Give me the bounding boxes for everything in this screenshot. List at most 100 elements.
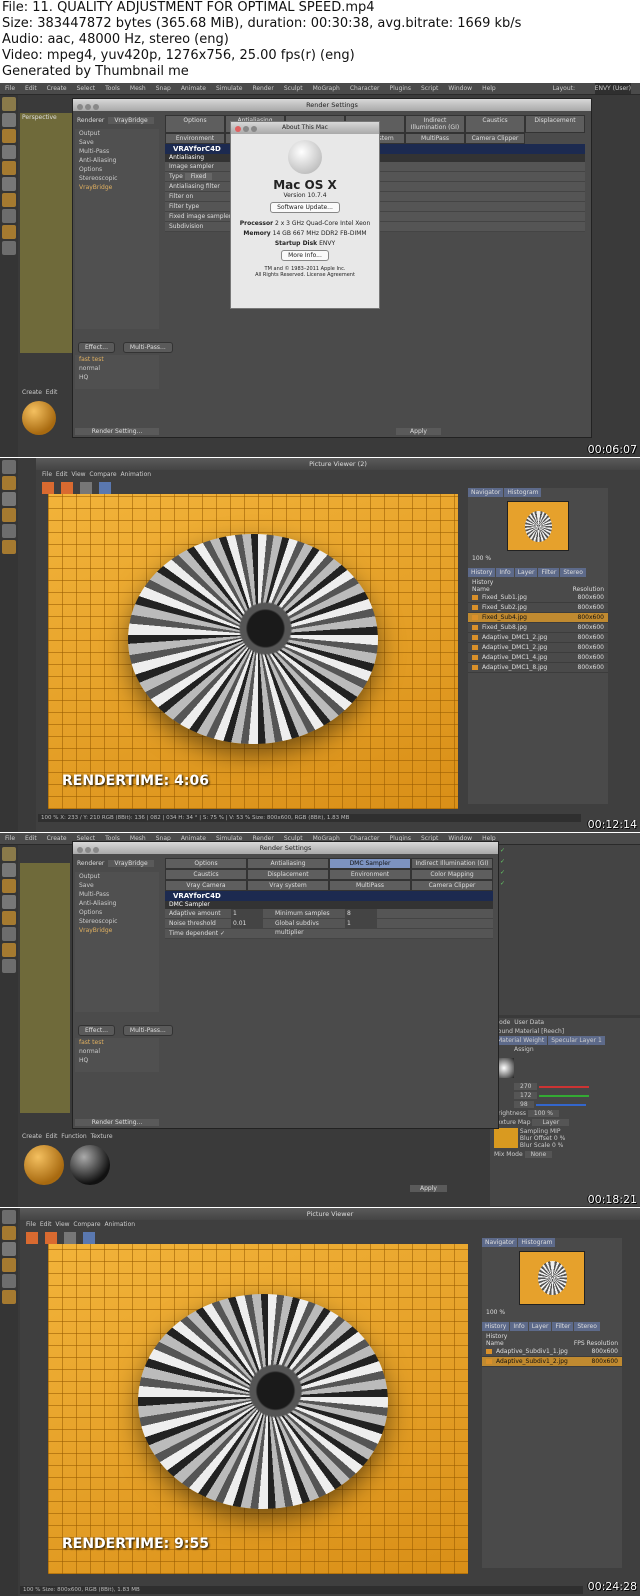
menu-compare[interactable]: Compare (73, 1221, 100, 1228)
tab-info[interactable]: Info (510, 1322, 528, 1331)
tool-icon[interactable] (2, 847, 16, 861)
toolbar-icon[interactable] (26, 1232, 38, 1244)
tab-filter[interactable]: Filter (552, 1322, 574, 1331)
tab-options[interactable]: Options (165, 115, 225, 133)
tool-icon[interactable] (2, 460, 16, 474)
blur-offset-value[interactable]: 0 % (554, 1135, 565, 1142)
tool-icon[interactable] (2, 241, 16, 255)
effect-button[interactable]: Effect... (78, 342, 115, 353)
mat-menu-edit[interactable]: Edit (46, 389, 58, 396)
sidebar-item-multipass[interactable]: Multi-Pass (75, 890, 159, 899)
renderer-select[interactable]: VrayBridge (108, 860, 154, 867)
time-dependent-checkbox[interactable]: ✓ (220, 930, 225, 937)
layout-select[interactable]: ENVY (User) (594, 83, 631, 94)
global-subdivs-input[interactable]: 1 (345, 919, 377, 928)
history-item[interactable]: Adaptive_DMC1_4.jpg 800x600 (468, 653, 608, 663)
type-select[interactable]: Fixed (184, 173, 213, 180)
toolbar-icon[interactable] (83, 1232, 96, 1244)
tab-environment[interactable]: Environment (165, 133, 225, 144)
blur-scale-value[interactable]: 0 % (552, 1142, 563, 1149)
noise-threshold-input[interactable]: 0.01 (231, 919, 263, 928)
menu-file[interactable]: File (42, 471, 52, 478)
zoom-icon[interactable] (93, 104, 99, 110)
sidebar-item-vraybridge[interactable]: VrayBridge (75, 183, 159, 192)
toolbar-icon[interactable] (42, 482, 54, 494)
tab-vray-camera[interactable]: Vray Camera (165, 880, 247, 891)
menu-animate[interactable]: Animate (181, 85, 206, 92)
preset-item[interactable]: HQ (75, 1056, 159, 1065)
menu-file[interactable]: File (5, 835, 15, 842)
tab-history[interactable]: History (468, 568, 496, 577)
sidebar-item-multipass[interactable]: Multi-Pass (75, 147, 159, 156)
menu-edit[interactable]: Edit (40, 1221, 52, 1228)
mat-menu-function[interactable]: Function (61, 1133, 87, 1140)
history-item-selected[interactable]: Adaptive_Subdiv1_2.jpg 800x600 (482, 1357, 622, 1367)
tool-icon[interactable] (2, 113, 16, 127)
menu-edit[interactable]: Edit (25, 85, 37, 92)
tab-histogram[interactable]: Histogram (518, 1238, 556, 1247)
menu-edit[interactable]: Edit (25, 835, 37, 842)
menu-animation[interactable]: Animation (104, 1221, 135, 1228)
tab-caustics[interactable]: Caustics (165, 869, 247, 880)
menu-tools[interactable]: Tools (105, 85, 120, 92)
preset-item[interactable]: fast test (75, 1038, 159, 1047)
tab-filter[interactable]: Filter (538, 568, 560, 577)
tab-antialiasing[interactable]: Antialiasing (247, 858, 329, 869)
history-item-selected[interactable]: Fixed_Sub4.jpg 800x600 (468, 613, 608, 623)
sidebar-item-output[interactable]: Output (75, 129, 159, 138)
tab-color-mapping[interactable]: Color Mapping (411, 869, 493, 880)
sidebar-item-stereoscopic[interactable]: Stereoscopic (75, 917, 159, 926)
menu-select[interactable]: Select (77, 85, 96, 92)
apply-button[interactable]: Apply (410, 1185, 447, 1192)
menu-view[interactable]: View (71, 471, 85, 478)
history-item[interactable]: Adaptive_Subdiv1_1.jpg 800x600 (482, 1347, 622, 1357)
tab-specular-layer[interactable]: Specular Layer 1 (548, 1036, 605, 1045)
tool-icon[interactable] (2, 129, 16, 143)
menu-create[interactable]: Create (47, 835, 67, 842)
sidebar-item-options[interactable]: Options (75, 165, 159, 174)
toolbar-icon[interactable] (61, 482, 74, 494)
render-setting-button[interactable]: Render Setting... (75, 428, 159, 435)
material-ball[interactable] (70, 1145, 110, 1185)
preset-item[interactable]: HQ (75, 373, 159, 382)
tool-icon[interactable] (2, 927, 16, 941)
minimize-icon[interactable] (85, 104, 91, 110)
tool-icon[interactable] (2, 1210, 16, 1224)
navigator-thumbnail[interactable] (507, 501, 569, 551)
tab-navigator[interactable]: Navigator (482, 1238, 518, 1247)
tab-layer[interactable]: Layer (514, 568, 538, 577)
history-item[interactable]: Adaptive_DMC1_2.jpg 800x600 (468, 633, 608, 643)
history-item[interactable]: Adaptive_DMC1_2.jpg 800x600 (468, 643, 608, 653)
tool-icon[interactable] (2, 209, 16, 223)
apply-button[interactable]: Apply (396, 428, 441, 435)
menu-mesh[interactable]: Mesh (130, 85, 146, 92)
toolbar-icon[interactable] (64, 1232, 77, 1244)
tab-material-weight[interactable]: Material Weight (494, 1036, 548, 1045)
multipass-button[interactable]: Multi-Pass... (122, 342, 173, 353)
tool-icon[interactable] (2, 161, 16, 175)
tab-histogram[interactable]: Histogram (504, 488, 542, 497)
tab-camera-clipper[interactable]: Camera Clipper (411, 880, 493, 891)
tab-stereo[interactable]: Stereo (574, 1322, 600, 1331)
attr-userdata[interactable]: User Data (514, 1019, 544, 1026)
tool-icon[interactable] (2, 145, 16, 159)
sidebar-item-vraybridge[interactable]: VrayBridge (75, 926, 159, 935)
software-update-button[interactable]: Software Update... (270, 202, 340, 213)
sampling-value[interactable]: MIP (550, 1128, 561, 1135)
menu-sculpt[interactable]: Sculpt (284, 85, 303, 92)
menu-help[interactable]: Help (482, 85, 496, 92)
layer-button[interactable]: Layer (532, 1119, 570, 1126)
menu-character[interactable]: Character (350, 85, 380, 92)
sidebar-item-stereoscopic[interactable]: Stereoscopic (75, 174, 159, 183)
mat-menu-texture[interactable]: Texture (91, 1133, 113, 1140)
menu-file[interactable]: File (26, 1221, 36, 1228)
tool-icon[interactable] (2, 524, 16, 538)
more-info-button[interactable]: More Info... (281, 250, 329, 261)
tool-icon[interactable] (2, 492, 16, 506)
tool-icon[interactable] (2, 1242, 16, 1256)
tool-icon[interactable] (2, 97, 16, 111)
adaptive-amount-input[interactable]: 1 (231, 909, 263, 918)
sidebar-item-save[interactable]: Save (75, 138, 159, 147)
tool-icon[interactable] (2, 863, 16, 877)
tool-icon[interactable] (2, 1274, 16, 1288)
